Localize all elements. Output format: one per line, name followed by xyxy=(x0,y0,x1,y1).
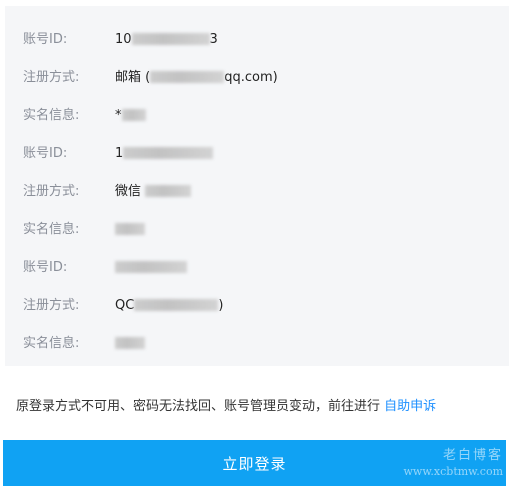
register-method-visible-suffix: qq.com) xyxy=(224,70,278,85)
account-id-visible-part: 1 xyxy=(115,146,124,161)
register-method-value: 邮箱 ( qq.com) xyxy=(115,68,278,88)
masked-text xyxy=(123,146,214,159)
realname-label: 实名信息: xyxy=(23,222,80,237)
account-id-visible-suffix: 3 xyxy=(209,32,218,47)
account-3-realname-row: 实名信息: xyxy=(5,334,509,354)
realname-value: * xyxy=(115,106,146,126)
account-id-value: 10 3 xyxy=(115,30,218,50)
register-method-visible-suffix: ) xyxy=(218,298,224,313)
realname-value xyxy=(115,334,145,354)
account-2-realname-row: 实名信息: xyxy=(5,220,509,240)
appeal-notice-text: 原登录方式不可用、密码无法找回、账号管理员变动，前往进行 xyxy=(16,399,381,414)
account-id-label: 账号ID: xyxy=(23,32,68,47)
account-1-realname-row: 实名信息: * xyxy=(5,106,509,126)
register-method-visible-part: QC xyxy=(115,298,135,313)
register-method-visible-part: 微信 xyxy=(115,184,142,199)
masked-text xyxy=(115,336,145,349)
register-method-label: 注册方式: xyxy=(23,298,80,313)
register-method-value: QC) xyxy=(115,296,223,316)
login-now-button[interactable]: 立即登录 xyxy=(3,440,506,486)
account-list-panel: 账号ID: 10 3 注册方式: 邮箱 ( qq.com) 实名信息: * 账号ID… xyxy=(5,6,509,366)
account-id-label: 账号ID: xyxy=(23,146,68,161)
account-3-id-row: 账号ID: xyxy=(5,258,509,278)
account-2-register-row: 注册方式: 微信 xyxy=(5,182,509,202)
masked-text xyxy=(115,222,145,235)
masked-text xyxy=(134,298,219,311)
self-appeal-link[interactable]: 自助申诉 xyxy=(384,399,436,414)
masked-text xyxy=(121,108,146,121)
realname-value xyxy=(115,220,145,240)
masked-text xyxy=(150,70,225,83)
account-id-label: 账号ID: xyxy=(23,260,68,275)
account-id-value: 1 xyxy=(115,144,214,164)
account-2-id-row: 账号ID: 1 xyxy=(5,144,509,164)
register-method-visible-part: 邮箱 ( xyxy=(115,70,151,85)
masked-text xyxy=(115,260,187,273)
register-method-value: 微信 xyxy=(115,182,192,202)
account-id-visible-part: 10 xyxy=(115,32,132,47)
register-method-label: 注册方式: xyxy=(23,70,80,85)
realname-label: 实名信息: xyxy=(23,108,80,123)
appeal-notice: 原登录方式不可用、密码无法找回、账号管理员变动，前往进行 自助申诉 xyxy=(16,398,506,416)
masked-text xyxy=(131,32,210,45)
account-3-register-row: 注册方式: QC) xyxy=(5,296,509,316)
masked-text xyxy=(145,184,192,197)
register-method-label: 注册方式: xyxy=(23,184,80,199)
account-1-register-row: 注册方式: 邮箱 ( qq.com) xyxy=(5,68,509,88)
realname-label: 实名信息: xyxy=(23,336,80,351)
account-1-id-row: 账号ID: 10 3 xyxy=(5,30,509,50)
account-id-value xyxy=(115,258,187,278)
